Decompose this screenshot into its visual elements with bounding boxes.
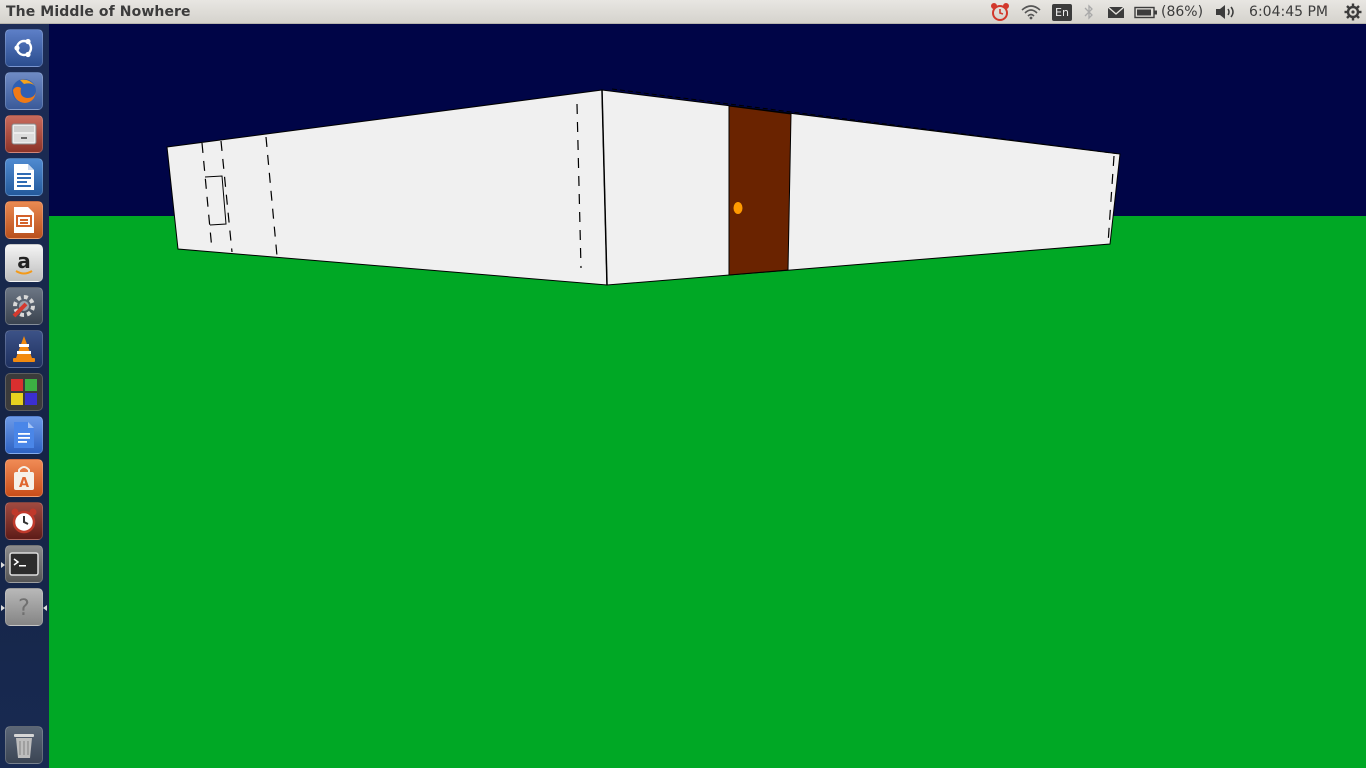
running-indicator [1, 605, 5, 611]
settings-wrench-icon [9, 291, 39, 321]
launcher-firefox[interactable] [5, 72, 43, 110]
battery-icon[interactable] [1131, 0, 1161, 24]
launcher-trash[interactable] [5, 726, 43, 764]
svg-text:a: a [17, 249, 31, 273]
impress-presentation-icon [12, 206, 36, 234]
vlc-cone-icon [10, 334, 38, 364]
launcher-unknown-app[interactable]: ? [1, 588, 47, 626]
launcher-dash-home[interactable] [5, 29, 43, 67]
running-indicator [1, 562, 5, 568]
trash-icon [11, 730, 37, 760]
launcher-system-settings[interactable] [5, 287, 43, 325]
question-mark-icon: ? [10, 593, 38, 621]
bluetooth-icon[interactable] [1077, 0, 1101, 24]
indicator-area: En (86%) 6:04:45 PM [985, 0, 1366, 24]
clock[interactable]: 6:04:45 PM [1249, 0, 1328, 24]
launcher: a A ? [0, 24, 49, 768]
scene-canvas [49, 24, 1366, 768]
door-knob[interactable] [733, 202, 743, 214]
battery-percent: (86%) [1161, 4, 1204, 20]
window-title: The Middle of Nowhere [6, 3, 191, 20]
launcher-vlc[interactable] [5, 330, 43, 368]
colored-squares-icon [9, 377, 39, 407]
filing-cabinet-icon [10, 121, 38, 147]
launcher-google-docs[interactable] [5, 416, 43, 454]
alarm-clock-icon [9, 506, 39, 536]
door[interactable] [728, 105, 792, 276]
wifi-icon[interactable] [1015, 0, 1047, 24]
launcher-file-manager[interactable] [5, 115, 43, 153]
launcher-amazon[interactable]: a [5, 244, 43, 282]
terminal-icon [9, 552, 39, 576]
amazon-icon: a [10, 249, 38, 277]
launcher-colored-squares-app[interactable] [5, 373, 43, 411]
settings-gear-icon[interactable] [1340, 0, 1366, 24]
svg-text:A: A [19, 476, 29, 491]
mail-icon[interactable] [1101, 0, 1131, 24]
svg-text:?: ? [18, 596, 30, 621]
launcher-terminal[interactable] [1, 545, 43, 583]
firefox-icon [9, 76, 39, 106]
launcher-libreoffice-writer[interactable] [5, 158, 43, 196]
game-viewport[interactable] [49, 24, 1366, 768]
alarm-clock-icon[interactable] [985, 0, 1015, 24]
ground [49, 216, 1366, 768]
keyboard-layout-label: En [1052, 3, 1072, 21]
volume-icon[interactable] [1211, 0, 1239, 24]
keyboard-layout-icon[interactable]: En [1047, 0, 1077, 24]
launcher-alarm-clock[interactable] [5, 502, 43, 540]
focused-indicator [43, 605, 47, 611]
top-panel: The Middle of Nowhere En (86%) 6:04:45 P… [0, 0, 1366, 24]
ubuntu-logo-icon [11, 35, 37, 61]
launcher-software-center[interactable]: A [5, 459, 43, 497]
launcher-libreoffice-impress[interactable] [5, 201, 43, 239]
docs-icon [12, 421, 36, 449]
writer-document-icon [12, 163, 36, 191]
shopping-bag-icon: A [10, 464, 38, 492]
